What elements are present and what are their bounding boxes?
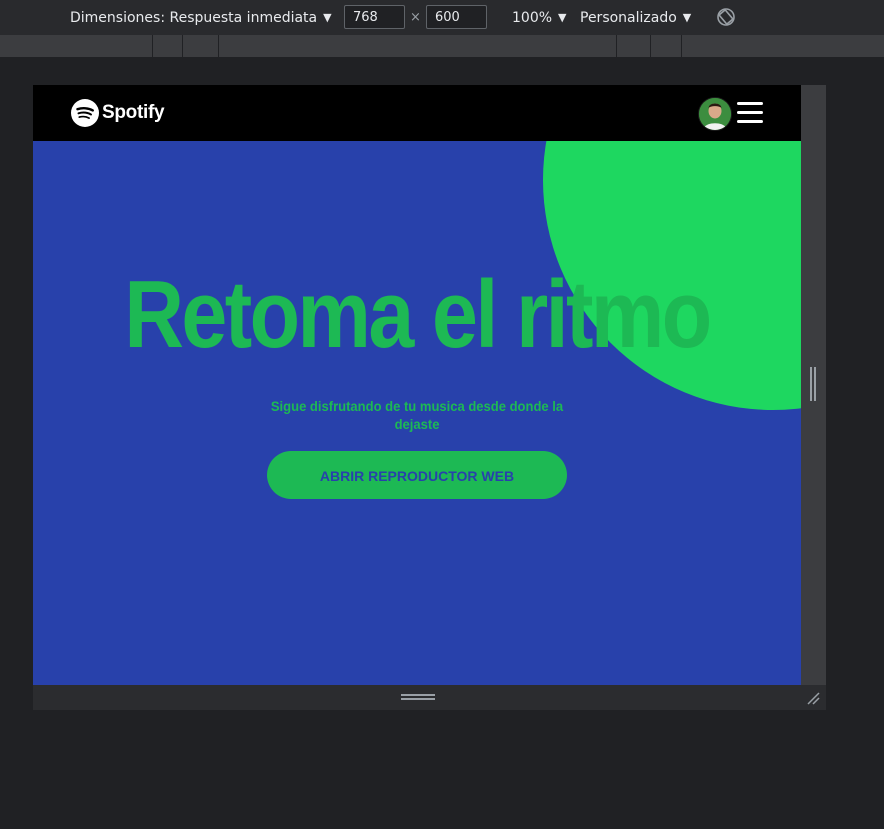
zoom-dropdown[interactable]: 100% ▼ bbox=[512, 0, 567, 35]
user-photo-icon bbox=[699, 98, 731, 130]
hamburger-menu-icon[interactable] bbox=[737, 102, 763, 124]
times-separator: × bbox=[410, 10, 421, 25]
throttling-label: Personalizado bbox=[580, 9, 677, 26]
spotify-logo[interactable]: Spotify bbox=[71, 99, 165, 127]
navbar: Spotify bbox=[33, 85, 801, 141]
hero-subtitle: Sigue disfrutando de tu musica desde don… bbox=[270, 398, 564, 432]
zoom-label: 100% bbox=[512, 9, 553, 26]
right-resize-handle[interactable] bbox=[801, 85, 826, 685]
chevron-down-icon: ▼ bbox=[558, 11, 567, 24]
brand-name: Spotify bbox=[102, 102, 165, 123]
height-input[interactable] bbox=[426, 5, 487, 29]
chevron-down-icon: ▼ bbox=[323, 11, 332, 24]
media-query-ruler[interactable] bbox=[0, 35, 884, 58]
throttling-dropdown[interactable]: Personalizado ▼ bbox=[580, 0, 691, 35]
width-input[interactable] bbox=[344, 5, 405, 29]
horizontal-grip-icon bbox=[401, 694, 435, 700]
avatar[interactable] bbox=[698, 97, 732, 131]
chevron-down-icon: ▼ bbox=[682, 11, 692, 24]
vertical-grip-icon bbox=[810, 367, 816, 401]
device-toolbar: Dimensiones: Respuesta inmediata ▼ × 100… bbox=[0, 0, 884, 35]
rotate-icon[interactable] bbox=[716, 7, 736, 27]
hero-title: Retoma el ritmo bbox=[124, 261, 712, 368]
corner-resize-icon[interactable] bbox=[805, 690, 821, 706]
spotify-icon bbox=[71, 99, 99, 127]
emulated-viewport: Spotify Retoma el ritmo Sigue disfrutand… bbox=[33, 85, 801, 685]
dimensions-dropdown[interactable]: Dimensiones: Respuesta inmediata ▼ bbox=[70, 0, 332, 35]
open-web-player-button[interactable]: ABRIR REPRODUCTOR WEB bbox=[267, 451, 567, 499]
bottom-resize-handle[interactable] bbox=[33, 685, 826, 710]
dimensions-label: Dimensiones: Respuesta inmediata bbox=[70, 9, 318, 26]
